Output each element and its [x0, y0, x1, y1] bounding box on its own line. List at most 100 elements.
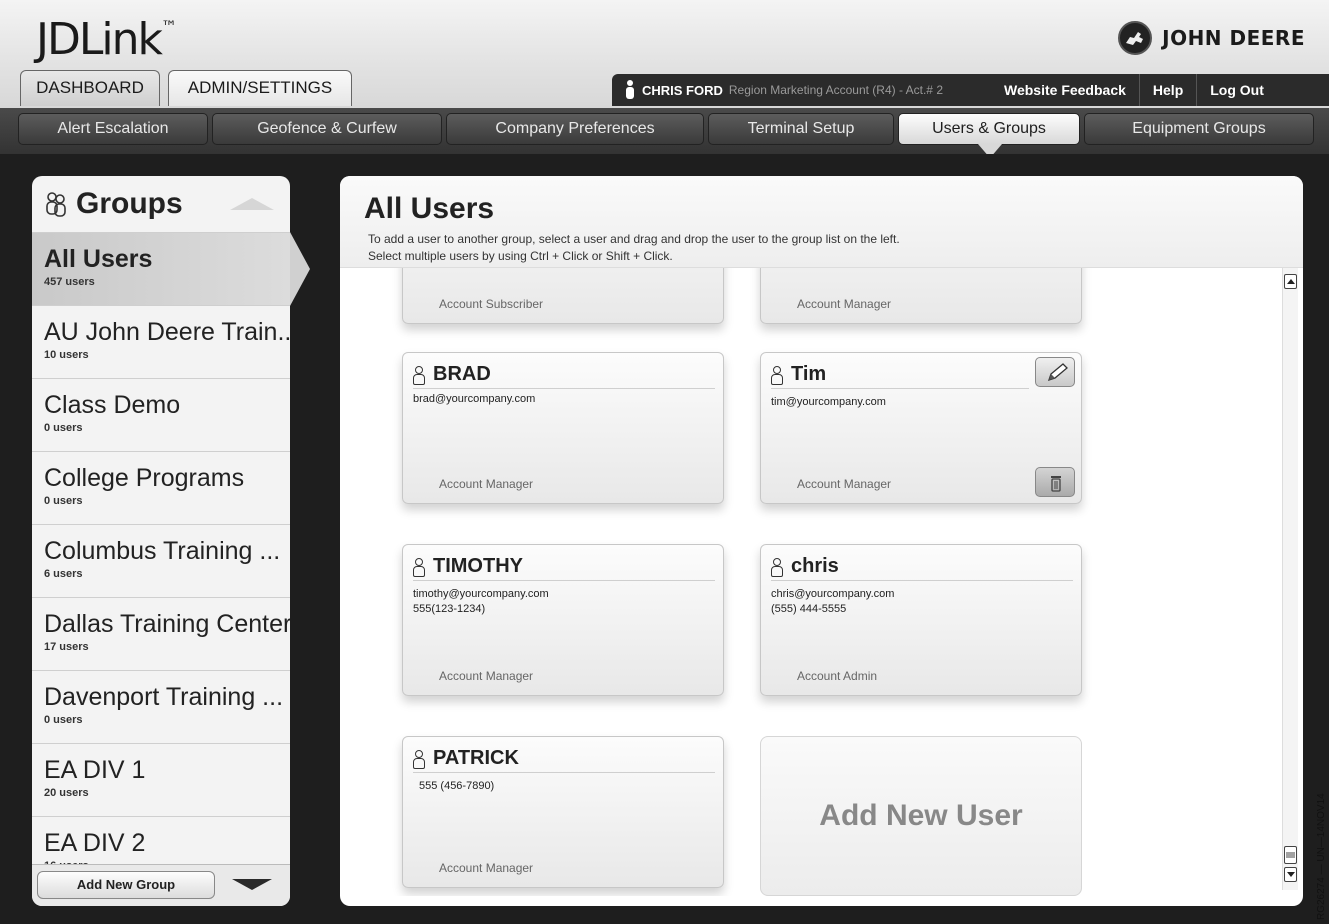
user-card[interactable]: PATRICK 555 (456-7890) Account Manager: [402, 736, 724, 888]
brand-name: JOHN DEERE: [1162, 26, 1305, 50]
group-name: Davenport Training ...: [44, 683, 284, 711]
group-item-ea-div-1[interactable]: EA DIV 1 20 users: [32, 743, 290, 816]
group-name: College Programs: [44, 464, 245, 492]
scroll-up-button[interactable]: [1284, 274, 1297, 289]
user-icon: [413, 557, 425, 577]
user-phone: 555 (456-7890): [419, 780, 495, 792]
users-instructions-line-2: Select multiple users by using Ctrl + Cl…: [368, 249, 673, 263]
scroll-thumb[interactable]: [1284, 846, 1297, 864]
group-count: 0 users: [44, 495, 83, 507]
user-role: Account Manager: [439, 669, 534, 683]
user-list-scrollbar[interactable]: [1282, 268, 1298, 890]
tab-dashboard[interactable]: DASHBOARD: [20, 70, 160, 106]
add-new-group-button[interactable]: Add New Group: [37, 871, 215, 899]
card-header: TIMOTHY: [413, 553, 715, 581]
edit-user-button[interactable]: [1035, 357, 1075, 387]
users-panel: All Users To add a user to another group…: [340, 176, 1303, 906]
tab-admin-settings[interactable]: ADMIN/SETTINGS: [168, 70, 352, 106]
user-card[interactable]: Account Subscriber: [402, 268, 724, 324]
user-icon: [771, 365, 783, 385]
groups-scroll-down-button[interactable]: [232, 879, 272, 890]
user-phone: (555) 444-5555: [771, 603, 847, 615]
groups-header: Groups: [32, 176, 290, 232]
group-name: Dallas Training Center: [44, 610, 290, 638]
card-header: BRAD: [413, 361, 715, 389]
subtab-geofence-curfew[interactable]: Geofence & Curfew: [212, 113, 442, 145]
card-header: chris: [771, 553, 1073, 581]
grip-icon: [1286, 852, 1295, 858]
users-header: All Users To add a user to another group…: [340, 176, 1303, 268]
user-role: Account Manager: [797, 477, 892, 491]
user-card[interactable]: BRAD brad@yourcompany.com Account Manage…: [402, 352, 724, 504]
group-count: 10 users: [44, 349, 89, 361]
help-link[interactable]: Help: [1138, 74, 1196, 106]
group-item-college-programs[interactable]: College Programs 0 users: [32, 451, 290, 524]
user-email: chris@yourcompany.com: [771, 588, 895, 600]
subtab-users-groups[interactable]: Users & Groups: [898, 113, 1080, 145]
user-icon: [626, 80, 634, 100]
group-name: Class Demo: [44, 391, 181, 419]
user-role: Account Admin: [797, 669, 878, 683]
app-header: JDLink™ JOHN DEERE DASHBOARD ADMIN/SETTI…: [0, 0, 1329, 108]
user-card[interactable]: Account Manager: [760, 268, 1082, 324]
card-header: PATRICK: [413, 745, 715, 773]
user-role: Account Manager: [439, 861, 534, 875]
add-new-user-label: Add New User: [819, 799, 1023, 832]
pencil-icon: [1047, 363, 1068, 382]
group-item-columbus-training[interactable]: Columbus Training ... 6 users: [32, 524, 290, 597]
user-bar: CHRIS FORD Region Marketing Account (R4)…: [612, 74, 1329, 106]
group-item-dallas-training[interactable]: Dallas Training Center 17 users: [32, 597, 290, 670]
group-count: 0 users: [44, 422, 83, 434]
group-item-au-john-deere[interactable]: AU John Deere Train... 10 users: [32, 305, 290, 378]
user-email: tim@yourcompany.com: [771, 396, 886, 408]
user-email: brad@yourcompany.com: [413, 393, 536, 405]
group-count: 457 users: [44, 276, 95, 288]
current-user-name: CHRIS FORD: [642, 82, 723, 98]
figure-code: RG26274 — UN—14NOV14: [1316, 793, 1327, 920]
subtab-company-preferences[interactable]: Company Preferences: [446, 113, 704, 145]
card-header: Tim: [771, 361, 1029, 389]
users-instructions-line-1: To add a user to another group, select a…: [368, 232, 900, 246]
scroll-down-button[interactable]: [1284, 867, 1297, 882]
group-name: All Users: [44, 245, 153, 273]
logo-trademark: ™: [160, 17, 177, 37]
group-item-all-users[interactable]: All Users 457 users: [32, 232, 290, 305]
user-card[interactable]: Tim tim@yourcompany.com Account Manager: [760, 352, 1082, 504]
triangle-up-icon: [1286, 279, 1295, 284]
user-role: Account Manager: [797, 297, 892, 311]
triangle-down-icon: [1286, 872, 1295, 877]
groups-scroll-up-button[interactable]: [230, 198, 274, 210]
user-card[interactable]: chris chris@yourcompany.com (555) 444-55…: [760, 544, 1082, 696]
website-feedback-link[interactable]: Website Feedback: [991, 74, 1139, 106]
admin-subnav: Alert Escalation Geofence & Curfew Compa…: [0, 108, 1329, 154]
user-card[interactable]: TIMOTHY timothy@yourcompany.com 555(123-…: [402, 544, 724, 696]
user-role: Account Subscriber: [439, 297, 544, 311]
subtab-equipment-groups[interactable]: Equipment Groups: [1084, 113, 1314, 145]
add-new-user-card[interactable]: Add New User: [760, 736, 1082, 896]
groups-panel: Groups All Users 457 users AU John Deere…: [32, 176, 290, 906]
user-card-list: Account Subscriber Account Manager BRAD …: [340, 268, 1303, 896]
selected-group-arrow: [290, 232, 310, 306]
group-item-class-demo[interactable]: Class Demo 0 users: [32, 378, 290, 451]
group-count: 17 users: [44, 641, 89, 653]
john-deere-brand: JOHN DEERE: [1118, 21, 1305, 55]
user-email: timothy@yourcompany.com: [413, 588, 549, 600]
user-role: Account Manager: [439, 477, 534, 491]
trash-icon: [1051, 476, 1061, 492]
user-icon: [413, 749, 425, 769]
group-count: 6 users: [44, 568, 83, 580]
user-icon: [771, 557, 783, 577]
users-title: All Users: [364, 192, 495, 225]
subtab-alert-escalation[interactable]: Alert Escalation: [18, 113, 208, 145]
subtab-terminal-setup[interactable]: Terminal Setup: [708, 113, 894, 145]
deer-logo-icon: [1118, 21, 1153, 55]
groups-title: Groups: [76, 187, 183, 220]
jdlink-logo[interactable]: JDLink™: [36, 14, 177, 65]
group-name: EA DIV 2: [44, 829, 146, 857]
group-name: Columbus Training ...: [44, 537, 281, 565]
delete-user-button[interactable]: [1035, 467, 1075, 497]
user-icon: [413, 365, 425, 385]
user-phone: 555(123-1234): [413, 603, 486, 615]
logout-link[interactable]: Log Out: [1196, 74, 1277, 106]
group-item-davenport-training[interactable]: Davenport Training ... 0 users: [32, 670, 290, 743]
